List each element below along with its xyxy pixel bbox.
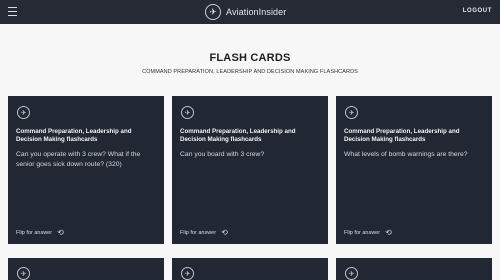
flip-for-answer-button[interactable]: Flip for answer ⟲: [344, 229, 392, 237]
brand-logo-link[interactable]: ✈ AviationInsider: [205, 4, 286, 20]
plane-icon: ✈: [345, 267, 358, 280]
flashcard-partial[interactable]: ✈: [172, 258, 328, 280]
plane-icon: ✈: [205, 4, 221, 20]
card-title: Command Preparation, Leadership and Deci…: [344, 128, 460, 143]
card-question: What levels of bomb warnings are there?: [344, 151, 468, 158]
flip-for-answer-button[interactable]: Flip for answer ⟲: [180, 229, 228, 237]
flashcard[interactable]: ✈ Command Preparation, Leadership and De…: [172, 96, 328, 244]
page-subtitle: COMMAND PREPARATION, LEADERSHIP AND DECI…: [142, 69, 358, 75]
plane-icon: ✈: [181, 267, 194, 280]
plane-icon: ✈: [17, 267, 30, 280]
hamburger-menu-icon[interactable]: [8, 7, 17, 16]
page-title: FLASH CARDS: [209, 52, 291, 64]
card-question: Can you board with 3 crew?: [180, 151, 265, 158]
refresh-icon: ⟲: [57, 228, 64, 237]
brand-name: AviationInsider: [226, 7, 287, 17]
flip-label: Flip for answer: [344, 230, 381, 236]
refresh-icon: ⟲: [385, 228, 392, 237]
top-navigation-bar: ✈ AviationInsider LOGOUT: [0, 0, 500, 24]
flashcard[interactable]: ✈ Command Preparation, Leadership and De…: [336, 96, 492, 244]
flashcard[interactable]: ✈ Command Preparation, Leadership and De…: [8, 96, 164, 244]
flashcard-partial[interactable]: ✈: [336, 258, 492, 280]
flashcard-partial[interactable]: ✈: [8, 258, 164, 280]
flip-label: Flip for answer: [180, 230, 217, 236]
plane-icon: ✈: [181, 106, 194, 119]
logout-button[interactable]: LOGOUT: [463, 8, 492, 14]
plane-icon: ✈: [345, 106, 358, 119]
flip-label: Flip for answer: [16, 230, 53, 236]
card-question: Can you operate with 3 crew? What if the…: [16, 151, 141, 168]
card-title: Command Preparation, Leadership and Deci…: [180, 128, 296, 143]
flip-for-answer-button[interactable]: Flip for answer ⟲: [16, 229, 64, 237]
plane-icon: ✈: [17, 106, 30, 119]
card-title: Command Preparation, Leadership and Deci…: [16, 128, 132, 143]
refresh-icon: ⟲: [221, 228, 228, 237]
